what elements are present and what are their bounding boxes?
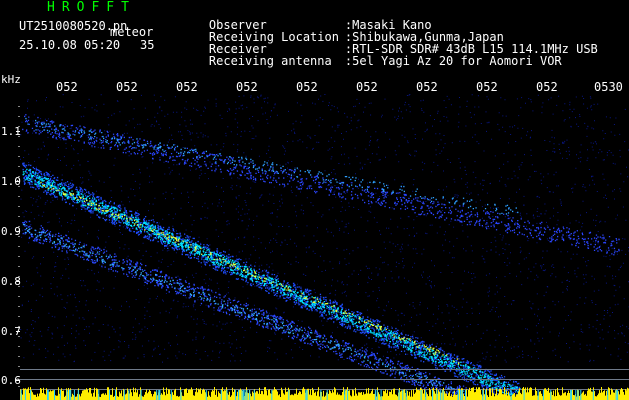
y-tick-label: 0.6 xyxy=(1,374,21,387)
y-minor-tick xyxy=(18,306,20,307)
y-minor-tick xyxy=(18,216,20,217)
x-tick-label: 052 xyxy=(116,80,138,94)
y-tick-label: 1.1 xyxy=(1,125,21,138)
spectrogram: kHz 1.1 1.0 0.9 0.8 0.7 0.6 052 052 052 052 052 052… xyxy=(0,72,629,400)
y-minor-tick xyxy=(18,356,20,357)
meteor-count: 35 xyxy=(140,38,155,52)
y-minor-tick xyxy=(18,296,20,297)
spectrogram-background xyxy=(0,72,629,400)
y-minor-tick xyxy=(18,246,20,247)
x-tick-label: 052 xyxy=(356,80,378,94)
y-minor-tick xyxy=(18,266,20,267)
y-minor-tick xyxy=(18,366,20,367)
y-minor-tick xyxy=(18,206,20,207)
y-minor-tick xyxy=(18,196,20,197)
y-minor-tick xyxy=(18,346,20,347)
y-minor-tick xyxy=(18,116,20,117)
reference-line-1 xyxy=(20,369,629,370)
x-tick-label: 052 xyxy=(416,80,438,94)
y-tick-label: 1.0 xyxy=(1,175,21,188)
y-minor-tick xyxy=(18,106,20,107)
y-axis-unit: kHz xyxy=(1,73,21,86)
x-tick-label: 052 xyxy=(176,80,198,94)
antenna-value: :5el Yagi Az 20 for Aomori VOR xyxy=(344,54,562,68)
x-tick-label: 052 xyxy=(476,80,498,94)
y-tick-label: 0.7 xyxy=(1,325,21,338)
x-tick-label: 052 xyxy=(56,80,78,94)
y-minor-tick xyxy=(18,156,20,157)
y-tick-label: 0.8 xyxy=(1,275,21,288)
date-time: 25.10.08 05:20 xyxy=(19,38,121,52)
reference-line-2 xyxy=(20,379,629,380)
y-tick-label: 0.9 xyxy=(1,225,21,238)
y-minor-tick xyxy=(18,166,20,167)
y-minor-tick xyxy=(18,256,20,257)
mode-label: meteor xyxy=(110,25,154,39)
y-minor-tick xyxy=(18,316,20,317)
antenna-label: Receiving antenna xyxy=(208,54,332,68)
x-tick-label: 052 xyxy=(236,80,258,94)
hrofft-brand: HROFFT xyxy=(47,0,136,15)
x-tick-label: 052 xyxy=(536,80,558,94)
x-tick-label: 052 xyxy=(296,80,318,94)
y-minor-tick xyxy=(18,146,20,147)
header-panel: HROFFT UT2510080520.pn meteor 25.10.08 0… xyxy=(0,0,629,72)
x-tick-label: 0530 xyxy=(594,80,623,94)
reference-line-3 xyxy=(20,389,629,390)
